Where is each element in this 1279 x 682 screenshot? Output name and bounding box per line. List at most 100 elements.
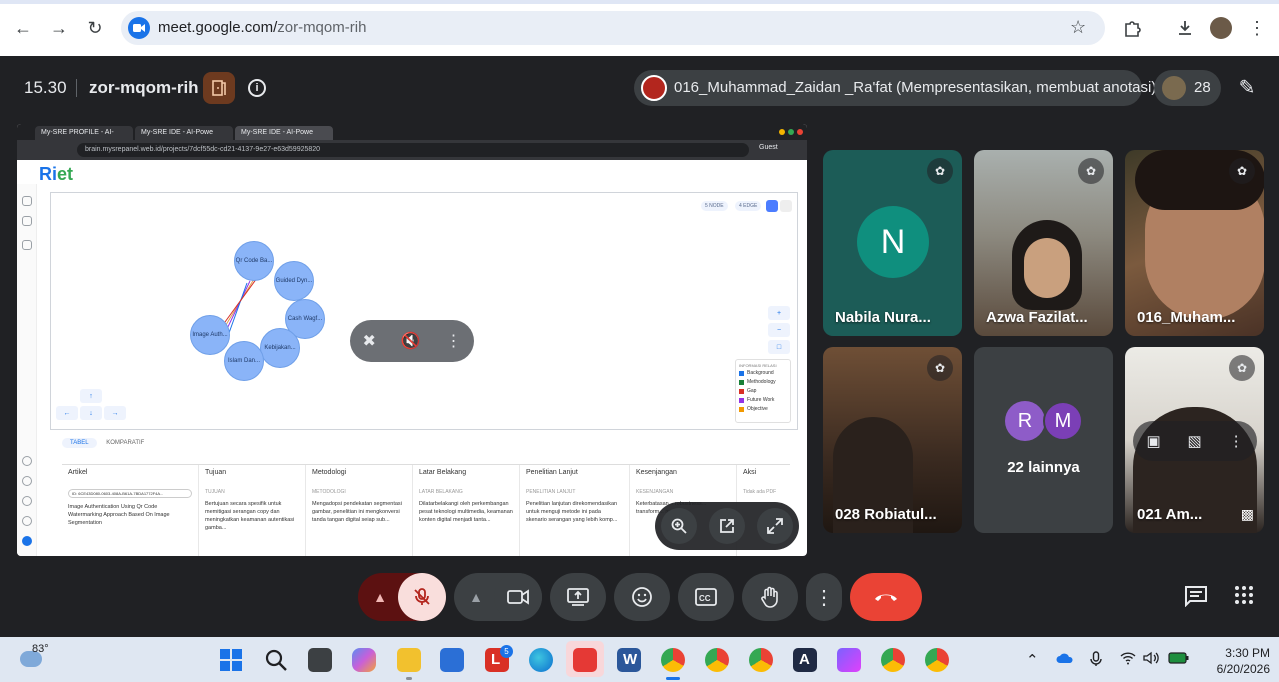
chrome-profile-icon[interactable]	[881, 648, 905, 672]
end-call-button[interactable]	[850, 573, 922, 621]
activities-grid-icon[interactable]	[1234, 585, 1254, 611]
other-participants-tile[interactable]: R M 22 lainnya	[974, 347, 1113, 533]
search-icon[interactable]	[264, 648, 288, 672]
raise-hand-button[interactable]	[742, 573, 798, 621]
participant-name: 028 Robiatul...	[835, 506, 937, 523]
start-menu-icon[interactable]	[219, 648, 243, 672]
column-header: Latar Belakang	[419, 469, 467, 476]
chrome-icon[interactable]	[661, 648, 685, 672]
present-screen-button[interactable]	[550, 573, 606, 621]
microphone-off-button[interactable]	[398, 573, 446, 621]
shared-bottom-tabs: TABEL KOMPARATIF	[62, 438, 152, 448]
participant-tile[interactable]: ✿ Azwa Fazilat...	[974, 150, 1113, 336]
volume-icon[interactable]	[1143, 651, 1159, 669]
participants-button[interactable]: 28	[1154, 70, 1221, 106]
visual-effects-icon[interactable]: ▧	[1188, 432, 1202, 450]
copilot-icon[interactable]	[352, 648, 376, 672]
show-hidden-icons-chevron[interactable]: ⌃	[1026, 651, 1039, 669]
participant-tile[interactable]: ✿ ▣ ▧ ⋮ 021 Am... ▩	[1125, 347, 1264, 533]
microsoft-store-icon[interactable]	[440, 648, 464, 672]
url-text[interactable]: meet.google.com/zor-mqom-rih	[158, 19, 366, 36]
mic-off-icon: ✿	[927, 355, 953, 381]
url-path: zor-mqom-rih	[277, 19, 367, 36]
fullscreen-icon[interactable]	[757, 508, 793, 544]
host-controls-icon[interactable]	[203, 72, 235, 104]
graph-node: Image Auth...	[190, 315, 230, 355]
wifi-icon[interactable]	[1120, 651, 1136, 669]
mute-presentation-icon[interactable]: 🔇	[401, 331, 421, 351]
more-options-button[interactable]: ⋮	[806, 573, 842, 621]
download-icon[interactable]	[1171, 14, 1199, 42]
app-a-icon[interactable]: A	[793, 648, 817, 672]
article-id: ID: 6CE43D080-0603-408A-B61A-7BDA1772F4A…	[68, 489, 192, 498]
legend-item: Gap	[739, 388, 787, 394]
task-view-icon[interactable]	[308, 648, 332, 672]
captions-button[interactable]: CC	[678, 573, 734, 621]
graph-legend: INFORMASI RELASI Background Methodology …	[735, 359, 791, 423]
browser-menu-icon[interactable]: ⋮	[1243, 14, 1271, 42]
knowledge-graph-canvas: 5 NODE 4 EDGE Qr Code Ba... Guided Dyn..…	[50, 192, 798, 430]
chat-icon[interactable]	[1184, 585, 1208, 613]
audio-settings-chevron-icon[interactable]: ▲	[358, 573, 402, 621]
presenter-indicator[interactable]: 016_Muhammad_Zaidan _Ra'fat (Mempresenta…	[634, 70, 1156, 106]
bookmark-star-icon[interactable]: ☆	[1070, 17, 1086, 38]
table-column: Artikel ID: 6CE43D080-0603-408A-B61A-7BD…	[62, 465, 199, 556]
meeting-clock: 15.30	[24, 78, 67, 97]
chrome-profile-icon[interactable]	[705, 648, 729, 672]
pan-down: ↓	[80, 406, 102, 420]
participant-tile[interactable]: ✿ 028 Robiatul...	[823, 347, 962, 533]
pan-right: →	[104, 406, 126, 420]
logo-part-b: et	[57, 164, 74, 184]
emoji-reactions-button[interactable]	[614, 573, 670, 621]
table-column: Penelitian Lanjut PENELITIAN LANJUT Pene…	[520, 465, 630, 556]
battery-charging-icon[interactable]	[1168, 651, 1190, 668]
table-column: Metodologi METODOLOGI Mengadopsi pendeka…	[306, 465, 413, 556]
participant-name: Azwa Fazilat...	[986, 309, 1088, 326]
camera-button[interactable]	[494, 573, 542, 621]
zoom-in-icon[interactable]	[661, 508, 697, 544]
annotate-pen-icon[interactable]: ✎	[1232, 72, 1262, 102]
avatar: M	[1043, 401, 1083, 441]
forward-icon[interactable]: →	[45, 14, 73, 42]
file-explorer-icon[interactable]	[397, 648, 421, 672]
meet-site-icon[interactable]	[128, 17, 150, 39]
shared-tab: My-SRE IDE - AI-Powe	[135, 126, 233, 140]
column-body: Dilatarbelakangi oleh perkembangan pesat…	[419, 501, 513, 523]
unpin-icon[interactable]: ✖	[362, 331, 375, 351]
mic-off-icon: ✿	[927, 158, 953, 184]
onedrive-icon[interactable]	[1056, 651, 1074, 668]
back-icon[interactable]: ←	[9, 14, 37, 42]
more-options-icon[interactable]: ⋮	[446, 331, 462, 351]
sidebar-settings-icon	[22, 516, 32, 526]
word-icon[interactable]: W	[617, 648, 641, 672]
shared-url-bar: brain.mysrepanel.web.id/projects/7dcf55d…	[17, 140, 807, 160]
windows-taskbar: 83° L 5 W A ⌃ 3:30 PM 6/20/2026	[0, 637, 1279, 682]
profile-avatar[interactable]	[1207, 14, 1235, 42]
wps-office-icon[interactable]	[573, 648, 597, 672]
mic-off-icon: ✿	[1078, 158, 1104, 184]
meeting-info-icon[interactable]: i	[248, 79, 266, 97]
more-options-icon[interactable]: ⋮	[1229, 432, 1244, 450]
video-settings-chevron-icon[interactable]: ▲	[454, 573, 498, 621]
shared-url: brain.mysrepanel.web.id/projects/7dcf55d…	[77, 143, 749, 157]
address-bar[interactable]: meet.google.com/zor-mqom-rih ☆	[121, 11, 1105, 45]
frame-icon[interactable]: ▣	[1146, 432, 1160, 450]
participant-tile[interactable]: ✿ 016_Muham...	[1125, 150, 1264, 336]
participant-tile[interactable]: ✿ N Nabila Nura...	[823, 150, 962, 336]
others-count-label: 22 lainnya	[1007, 459, 1080, 476]
riset-logo: Riet	[39, 164, 73, 185]
chrome-profile-icon[interactable]	[925, 648, 949, 672]
app-arc-icon[interactable]	[837, 648, 861, 672]
microphone-tray-icon[interactable]	[1090, 651, 1102, 671]
system-clock[interactable]: 3:30 PM 6/20/2026	[1200, 645, 1270, 677]
window-close-dot	[797, 129, 803, 135]
logo-part-a: Ri	[39, 164, 57, 184]
reload-icon[interactable]: ↻	[81, 14, 109, 42]
legend-item: Background	[739, 370, 787, 376]
pip-icon[interactable]: ▩	[1241, 506, 1254, 523]
shared-screen: My-SRE PROFILE - AI- My-SRE IDE - AI-Pow…	[17, 124, 807, 556]
edge-browser-icon[interactable]	[529, 648, 553, 672]
pop-out-icon[interactable]	[709, 508, 745, 544]
chrome-profile-icon[interactable]	[749, 648, 773, 672]
extensions-icon[interactable]	[1118, 14, 1146, 42]
